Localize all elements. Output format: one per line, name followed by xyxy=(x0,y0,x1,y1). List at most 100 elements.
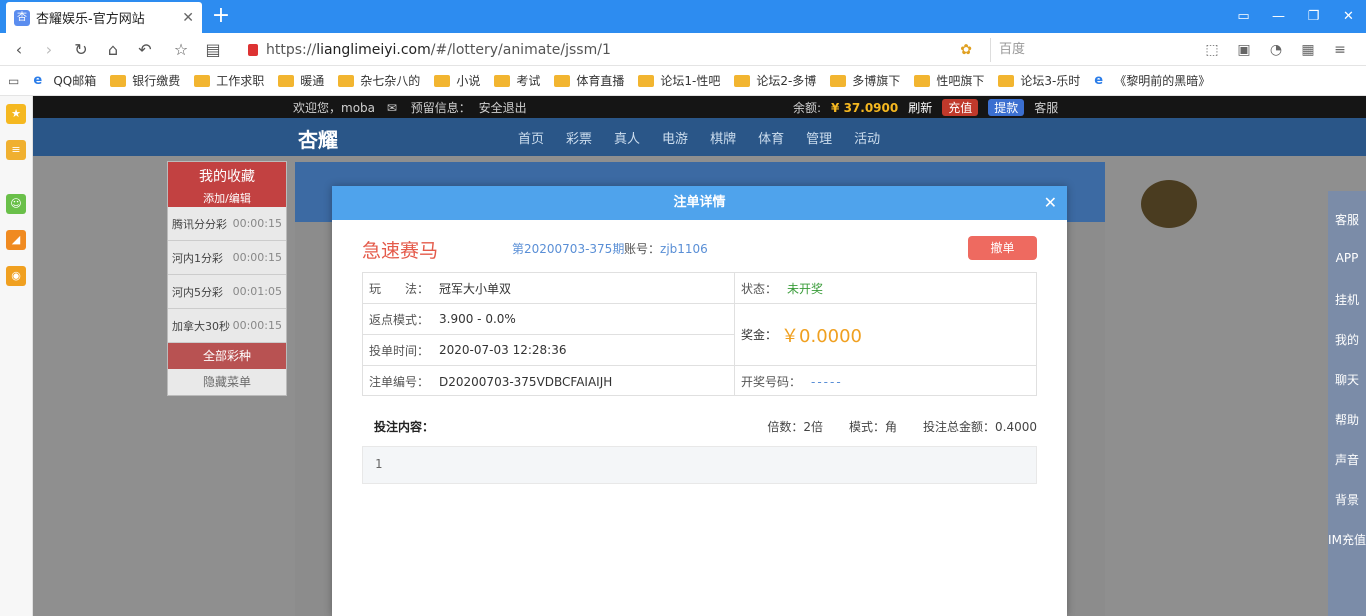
bookmark-item[interactable]: 论坛2-多博 xyxy=(734,72,816,89)
favorite-name: 河内1分彩 xyxy=(172,251,223,265)
extension-icon[interactable]: ✿ xyxy=(960,42,972,58)
rightbar-item[interactable]: 挂机 xyxy=(1328,271,1366,311)
notes-icon[interactable]: ≡ xyxy=(6,140,26,160)
rightbar-item[interactable]: 帮助 xyxy=(1328,391,1366,431)
favorites-star-icon[interactable]: ★ xyxy=(6,104,26,124)
favorite-item[interactable]: 腾讯分分彩 00:00:15 xyxy=(168,207,286,241)
bookmark-item[interactable]: 体育直播 xyxy=(554,72,624,89)
favorite-star-icon[interactable]: ☆ xyxy=(170,39,192,61)
bookmark-item[interactable]: 银行缴费 xyxy=(110,72,180,89)
draw-number-row: 开奖号码： ----- xyxy=(741,374,843,390)
folder-icon xyxy=(494,74,511,87)
folder-icon xyxy=(110,74,127,87)
status-row: 状态： 未开奖 xyxy=(735,273,1036,304)
favorites-edit-link[interactable]: 添加/编辑 xyxy=(168,190,286,206)
folder-icon xyxy=(830,74,847,87)
bookmark-item[interactable]: e 《黎明前的黑暗》 xyxy=(1094,72,1210,89)
games-icon[interactable]: ▣ xyxy=(1232,39,1256,61)
game-face-icon[interactable]: ☺ xyxy=(6,194,26,214)
history-icon[interactable]: ◔ xyxy=(1264,39,1288,61)
bookmark-item[interactable]: e QQ邮箱 xyxy=(33,72,96,89)
folder-icon xyxy=(434,74,451,87)
tab-close-icon[interactable]: ✕ xyxy=(182,10,194,26)
logout-link[interactable]: 安全退出 xyxy=(479,101,527,115)
favorite-countdown: 00:00:15 xyxy=(232,251,282,264)
nav-item[interactable]: 管理 xyxy=(806,128,832,147)
nav-item[interactable]: 首页 xyxy=(518,128,544,147)
mail-icon[interactable]: ✉ xyxy=(387,101,397,115)
folder-icon xyxy=(638,74,655,87)
new-tab-button[interactable]: + xyxy=(208,3,234,29)
bookmark-label: 小说 xyxy=(456,74,481,88)
bookmark-item[interactable]: 多博旗下 xyxy=(830,72,900,89)
bookmark-item[interactable]: 暖通 xyxy=(278,72,324,89)
bookmark-item[interactable]: 性吧旗下 xyxy=(914,72,984,89)
search-input[interactable]: 百度 xyxy=(990,38,1190,62)
sidebar-toggle-icon[interactable]: ▭ xyxy=(1226,0,1261,33)
bookmarks-bar: ▭ e QQ邮箱 银行缴费 工作求职 暖通 杂七杂八的 小说 考试 体育直播 论坛1-性吧 论坛2-… xyxy=(0,66,1366,96)
rebate-row: 返点模式： 3.900 - 0.0% xyxy=(363,304,734,335)
bookmark-item[interactable]: 论坛3-乐时 xyxy=(998,72,1080,89)
hide-menu-button[interactable]: 隐藏菜单 xyxy=(168,369,286,395)
url-text: https://lianglimeiyi.com/#/lottery/anima… xyxy=(266,42,611,58)
menu-icon[interactable]: ≡ xyxy=(1328,39,1352,61)
rightbar-item[interactable]: APP xyxy=(1328,231,1366,271)
bookmarks-toggle-icon[interactable]: ▭ xyxy=(8,74,19,88)
refresh-link[interactable]: 刷新 xyxy=(908,99,932,116)
browser-tab[interactable]: 杏 杏耀娱乐-官方网站 ✕ xyxy=(6,2,202,33)
close-window-button[interactable]: ✕ xyxy=(1331,0,1366,33)
nav-item[interactable]: 体育 xyxy=(758,128,784,147)
nav-item[interactable]: 活动 xyxy=(854,128,880,147)
reload-icon[interactable]: ↻ xyxy=(70,39,92,61)
site-favicon-icon: 杏 xyxy=(14,9,30,26)
modal-title: 注单详情 xyxy=(673,195,726,210)
bookmark-label: 《黎明前的黑暗》 xyxy=(1114,74,1211,88)
folder-icon xyxy=(734,74,751,87)
modal-close-icon[interactable]: ✕ xyxy=(1044,186,1057,220)
minimize-button[interactable]: — xyxy=(1261,0,1296,33)
weibo-icon[interactable]: ◉ xyxy=(6,266,26,286)
nav-item[interactable]: 彩票 xyxy=(566,128,592,147)
bookmark-item[interactable]: 小说 xyxy=(434,72,480,89)
bookmark-item[interactable]: 论坛1-性吧 xyxy=(638,72,720,89)
deposit-button[interactable]: 充值 xyxy=(942,99,979,116)
all-lotteries-button[interactable]: 全部彩种 xyxy=(168,343,286,369)
service-link[interactable]: 客服 xyxy=(1034,99,1058,116)
undo-close-icon[interactable]: ↶ xyxy=(134,39,156,61)
cancel-bet-button[interactable]: 撤单 xyxy=(968,236,1037,260)
mode-info: 模式：角 xyxy=(848,420,897,434)
folder-icon xyxy=(998,74,1015,87)
apps-icon[interactable]: ▦ xyxy=(1296,39,1320,61)
address-bar[interactable]: https://lianglimeiyi.com/#/lottery/anima… xyxy=(240,38,980,62)
nav-item[interactable]: 棋牌 xyxy=(710,128,736,147)
bookmark-item[interactable]: 考试 xyxy=(494,72,540,89)
account-bar: 欢迎您，moba ✉ 预留信息： 安全退出 余额: ¥ 37.0900 刷新 充… xyxy=(33,96,1366,118)
favorite-item[interactable]: 加拿大30秒 00:00:15 xyxy=(168,309,286,343)
restore-button[interactable]: ❐ xyxy=(1296,0,1331,33)
favorite-item[interactable]: 河内1分彩 00:00:15 xyxy=(168,241,286,275)
folder-icon xyxy=(278,74,295,87)
reading-list-icon[interactable]: ▤ xyxy=(202,39,224,61)
rightbar-item[interactable]: 声音 xyxy=(1328,431,1366,471)
rightbar-item[interactable]: 聊天 xyxy=(1328,351,1366,391)
back-icon[interactable]: ‹ xyxy=(8,39,30,61)
withdraw-button[interactable]: 提款 xyxy=(988,99,1025,116)
bookmark-item[interactable]: 杂七杂八的 xyxy=(338,72,420,89)
bookmark-item[interactable]: 工作求职 xyxy=(194,72,264,89)
rightbar-item[interactable]: 背景 xyxy=(1328,471,1366,511)
nav-item[interactable]: 电游 xyxy=(662,128,688,147)
rightbar-item[interactable]: 客服 xyxy=(1328,191,1366,231)
screenshot-icon[interactable]: ⬚ xyxy=(1200,39,1224,61)
bet-content-box: 1 xyxy=(362,446,1037,484)
rightbar-item[interactable]: IM充值 xyxy=(1328,511,1366,551)
favorite-item[interactable]: 河内5分彩 00:01:05 xyxy=(168,275,286,309)
issue-number: 第20200703-375期 xyxy=(512,242,625,256)
rightbar-item[interactable]: 我的 xyxy=(1328,311,1366,351)
forward-icon[interactable]: › xyxy=(38,39,60,61)
site-logo[interactable]: 杏耀 xyxy=(298,124,338,153)
nav-item[interactable]: 真人 xyxy=(614,128,640,147)
favorite-name: 河内5分彩 xyxy=(172,285,223,299)
rss-icon[interactable]: ◢ xyxy=(6,230,26,250)
bet-content-label: 投注内容： xyxy=(374,420,435,434)
home-icon[interactable]: ⌂ xyxy=(102,39,124,61)
